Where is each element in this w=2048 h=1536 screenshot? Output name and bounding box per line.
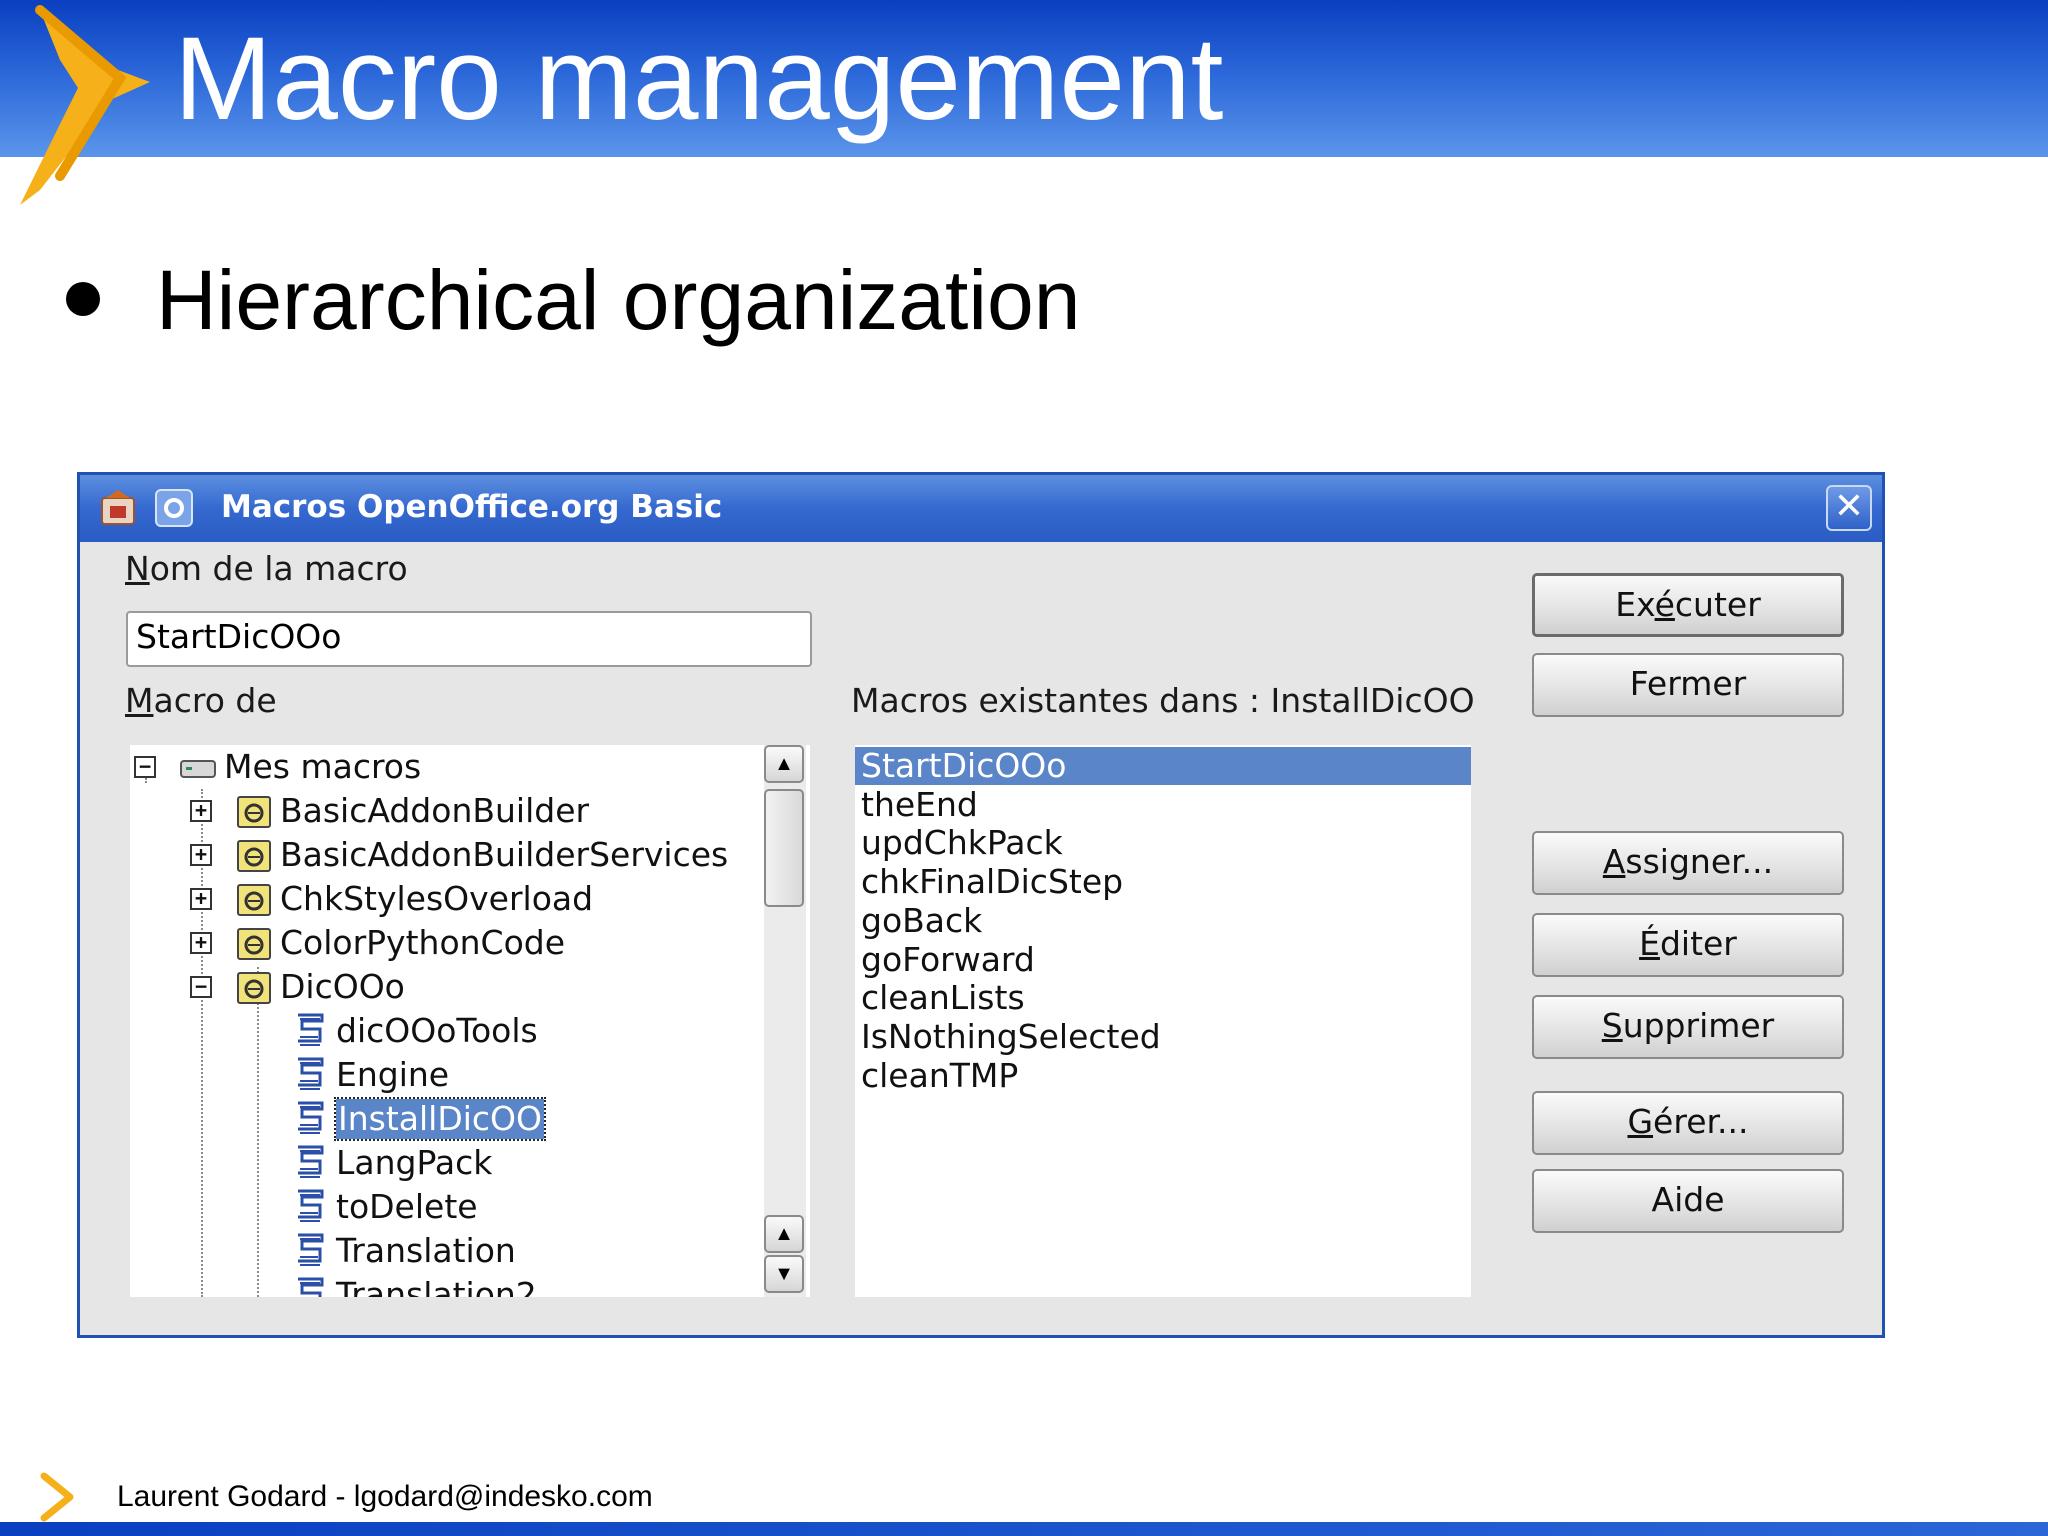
- expand-icon[interactable]: +: [190, 844, 212, 866]
- drive-icon: [178, 747, 218, 787]
- organize-button[interactable]: Gérer...: [1532, 1091, 1844, 1155]
- module-icon: [290, 1231, 330, 1271]
- tree-item[interactable]: + ChkStylesOverload: [130, 877, 810, 921]
- tree-item[interactable]: Translation2: [130, 1273, 810, 1297]
- tree-item[interactable]: + ColorPythonCode: [130, 921, 810, 965]
- library-icon: [234, 967, 274, 1007]
- chevron-logo-icon: [20, 5, 150, 205]
- library-icon: [234, 835, 274, 875]
- close-window-button[interactable]: ✕: [1826, 485, 1872, 531]
- macro-name-label: Nom de la macro: [125, 549, 408, 588]
- library-tree[interactable]: − Mes macros + BasicAddonBuilder + BasicAddon…: [130, 745, 810, 1297]
- tree-item[interactable]: − DicOOo: [130, 965, 810, 1009]
- scroll-down-button[interactable]: ▼: [764, 1255, 804, 1293]
- tree-item-label: ChkStylesOverload: [280, 879, 594, 918]
- macro-list-item[interactable]: cleanLists: [855, 979, 1471, 1017]
- tree-item-label: DicOOo: [280, 967, 405, 1006]
- tree-item[interactable]: InstallDicOO: [130, 1097, 810, 1141]
- tree-item[interactable]: + BasicAddonBuilderServices: [130, 833, 810, 877]
- slide-title: Macro management: [174, 13, 1224, 145]
- chevron-footer-icon: [40, 1472, 74, 1522]
- module-icon: [290, 1099, 330, 1139]
- macro-list-item[interactable]: theEnd: [855, 785, 1471, 824]
- tree-item-label: ColorPythonCode: [280, 923, 566, 962]
- macro-list-item[interactable]: chkFinalDicStep: [855, 863, 1471, 901]
- tree-item-label: Mes macros: [224, 747, 422, 786]
- tree-item[interactable]: Engine: [130, 1053, 810, 1097]
- dialog-titlebar[interactable]: Macros OpenOffice.org Basic ✕: [80, 475, 1882, 542]
- close-button[interactable]: Fermer: [1532, 653, 1844, 717]
- macro-list-item[interactable]: cleanTMP: [855, 1056, 1471, 1095]
- tree-item-label: Translation2: [336, 1275, 537, 1297]
- macro-from-label: Macro de: [125, 681, 277, 720]
- tree-item[interactable]: LangPack: [130, 1141, 810, 1185]
- scroll-up-button-lower[interactable]: ▲: [764, 1215, 804, 1253]
- tree-item[interactable]: + BasicAddonBuilder: [130, 789, 810, 833]
- module-icon: [290, 1055, 330, 1095]
- tree-item-label: BasicAddonBuilder: [280, 791, 590, 830]
- tree-item[interactable]: toDelete: [130, 1185, 810, 1229]
- run-button[interactable]: Exécuter: [1532, 573, 1844, 637]
- footer-bar: [0, 1522, 2048, 1536]
- window-menu-icon[interactable]: [154, 488, 194, 528]
- app-menu-icon[interactable]: [98, 488, 138, 528]
- collapse-icon[interactable]: −: [190, 976, 212, 998]
- tree-item-label: Engine: [336, 1055, 450, 1094]
- tree-item-label: Translation: [336, 1231, 516, 1270]
- collapse-icon[interactable]: −: [134, 756, 156, 778]
- library-icon: [234, 923, 274, 963]
- macros-dialog: Macros OpenOffice.org Basic ✕ Nom de la …: [77, 472, 1885, 1338]
- module-icon: [290, 1011, 330, 1051]
- tree-item[interactable]: Translation: [130, 1229, 810, 1273]
- macro-list-item[interactable]: IsNothingSelected: [855, 1017, 1471, 1056]
- tree-item-label: toDelete: [336, 1187, 478, 1226]
- bullet-dot: [66, 282, 100, 316]
- tree-item[interactable]: dicOOoTools: [130, 1009, 810, 1053]
- macro-name-input[interactable]: StartDicOOo: [126, 611, 812, 667]
- tree-item-label: LangPack: [336, 1143, 493, 1182]
- delete-button[interactable]: Supprimer: [1532, 995, 1844, 1059]
- footer-text: Laurent Godard - lgodard@indesko.com: [117, 1480, 653, 1513]
- module-icon: [290, 1275, 330, 1297]
- expand-icon[interactable]: +: [190, 800, 212, 822]
- tree-item-label: BasicAddonBuilderServices: [280, 835, 729, 874]
- tree-item[interactable]: − Mes macros: [130, 745, 810, 789]
- assign-button[interactable]: Assigner...: [1532, 831, 1844, 895]
- expand-icon[interactable]: +: [190, 888, 212, 910]
- tree-item-label: InstallDicOO: [333, 1097, 547, 1141]
- help-button[interactable]: Aide: [1532, 1169, 1844, 1233]
- tree-item-label: dicOOoTools: [336, 1011, 538, 1050]
- macro-list-item[interactable]: StartDicOOo: [855, 747, 1471, 785]
- edit-button[interactable]: Éditer: [1532, 913, 1844, 977]
- macro-list-item[interactable]: goForward: [855, 940, 1471, 979]
- macro-list-item[interactable]: updChkPack: [855, 824, 1471, 862]
- dialog-title: Macros OpenOffice.org Basic: [221, 489, 723, 525]
- module-icon: [290, 1143, 330, 1183]
- library-icon: [234, 879, 274, 919]
- existing-macros-label: Macros existantes dans : InstallDicOO: [851, 681, 1475, 720]
- scroll-thumb[interactable]: [764, 789, 804, 907]
- existing-macros-list[interactable]: StartDicOOo theEnd updChkPack chkFinalDicSt…: [855, 745, 1471, 1297]
- bullet-text: Hierarchical organization: [156, 253, 1081, 347]
- module-icon: [290, 1187, 330, 1227]
- scroll-up-button[interactable]: ▲: [764, 745, 804, 783]
- expand-icon[interactable]: +: [190, 932, 212, 954]
- macro-list-item[interactable]: goBack: [855, 901, 1471, 940]
- library-icon: [234, 791, 274, 831]
- tree-scrollbar[interactable]: ▲ ▲ ▼: [764, 745, 806, 1297]
